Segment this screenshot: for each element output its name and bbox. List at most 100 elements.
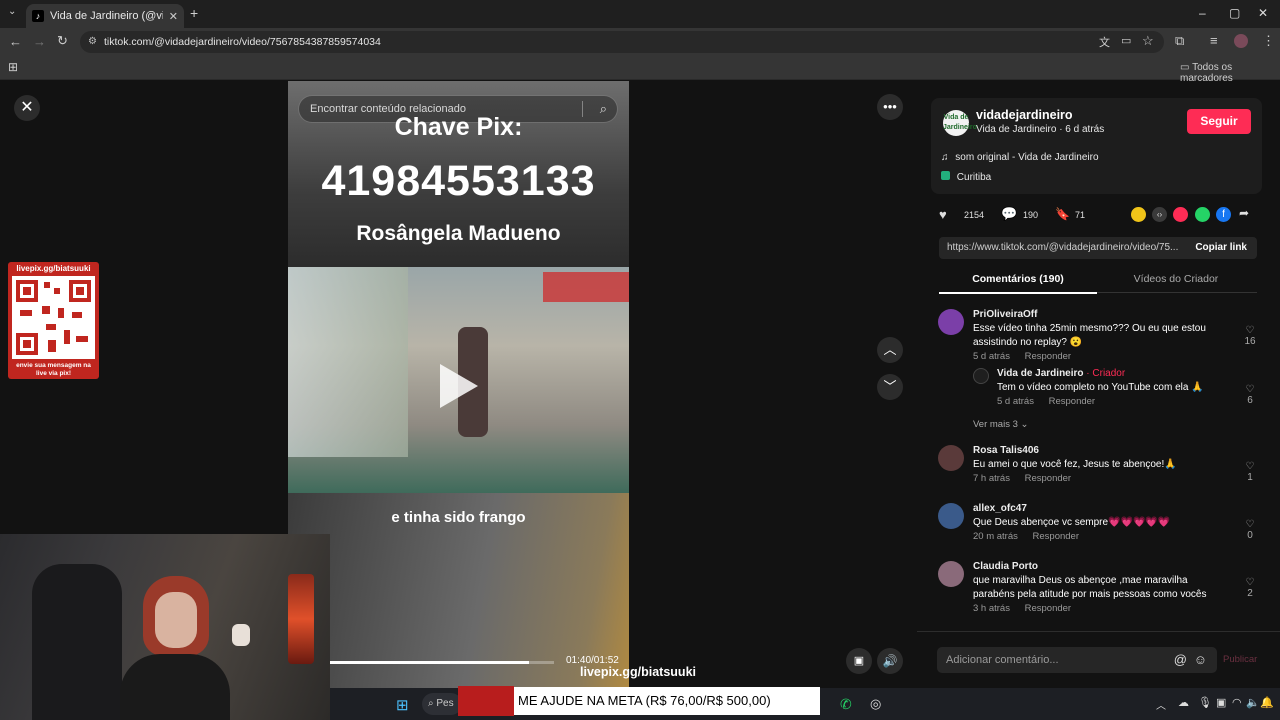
windows-start-icon[interactable]: ⊞ xyxy=(396,696,409,714)
save-icon[interactable]: 🔖 xyxy=(1055,207,1070,221)
livepix-qr-card: livepix.gg/biatsuuki envie sua mensagem … xyxy=(8,262,99,379)
embed-icon[interactable]: ‹› xyxy=(1152,207,1167,222)
whatsapp-icon[interactable] xyxy=(1195,207,1210,222)
creator-username[interactable]: vidadejardineiro xyxy=(976,108,1073,122)
creator-subtitle: Vida de Jardineiro · 6 d atrás xyxy=(976,124,1105,135)
speaker-icon[interactable]: 🔈 xyxy=(1246,696,1260,709)
maximize-icon[interactable]: ▢ xyxy=(1229,6,1240,20)
reload-icon[interactable]: ↻ xyxy=(57,33,68,49)
whatsapp-taskbar-icon[interactable]: ✆ xyxy=(840,696,852,713)
tab-list-icon[interactable]: ⌄ xyxy=(8,6,16,17)
heart-icon: ♡ xyxy=(1245,384,1255,395)
emoji-icon[interactable]: ☺ xyxy=(1194,647,1207,673)
tab-close-icon[interactable]: ✕ xyxy=(169,10,178,23)
minimize-icon[interactable]: – xyxy=(1199,6,1206,20)
reply-button[interactable]: Responder xyxy=(1025,603,1071,614)
play-icon[interactable] xyxy=(440,364,478,408)
heart-icon: ♡ xyxy=(1245,577,1255,588)
comment-like[interactable]: ♡ 16 xyxy=(1242,325,1258,347)
comment-avatar[interactable] xyxy=(938,309,964,335)
volume-button[interactable]: 🔊 xyxy=(877,648,903,674)
facebook-icon[interactable]: f xyxy=(1216,207,1231,222)
like-icon[interactable]: ♥ xyxy=(939,207,947,222)
creator-avatar[interactable]: Vida de Jardineiro xyxy=(943,110,977,136)
next-video-button[interactable]: ﹀ xyxy=(877,374,903,400)
location-tag[interactable]: Curitiba xyxy=(941,171,991,183)
cloud-icon[interactable]: ☁ xyxy=(1178,696,1189,709)
reply-button[interactable]: Responder xyxy=(1025,473,1071,484)
comment-avatar[interactable] xyxy=(973,368,989,384)
comment-time: 3 h atrás xyxy=(973,603,1010,614)
pip-button[interactable]: ▣ xyxy=(846,648,872,674)
comment-like[interactable]: ♡ 0 xyxy=(1242,519,1258,541)
tray-chevron-icon[interactable]: ︿ xyxy=(1156,697,1166,712)
app-taskbar-icon[interactable]: ◎ xyxy=(870,696,881,712)
close-video-button[interactable]: ✕ xyxy=(14,95,40,121)
tab-creator-videos[interactable]: Vídeos do Criador xyxy=(1097,273,1255,285)
pip-icon: ▣ xyxy=(853,655,865,667)
follow-button[interactable]: Seguir xyxy=(1187,109,1251,134)
comment-avatar[interactable] xyxy=(938,503,964,529)
taskbar-search[interactable]: ⌕ Pes xyxy=(422,693,462,715)
comment-username[interactable]: PriOliveiraOff xyxy=(973,309,1037,320)
address-bar[interactable]: ⚙ tiktok.com/@vidadejardineiro/video/756… xyxy=(80,31,1164,53)
video-player[interactable]: Encontrar conteúdo relacionado ⌕ Chave P… xyxy=(288,81,629,720)
comment-like-count: 16 xyxy=(1244,336,1256,347)
chevron-down-icon: ﹀ xyxy=(883,379,897,394)
new-tab-button[interactable]: + xyxy=(190,5,198,21)
reply-button[interactable]: Responder xyxy=(1049,396,1095,407)
comment-item: Rosa Talis406 Eu amei o que você fez, Je… xyxy=(938,445,1258,495)
comment-meta: 5 d atrás Responder xyxy=(973,351,1071,362)
site-info-icon[interactable]: ⚙ xyxy=(88,31,97,53)
tiktok-favicon-icon: ♪ xyxy=(32,10,44,22)
media-icon[interactable]: ≡ xyxy=(1210,33,1218,48)
comment-username[interactable]: Vida de Jardineiro · Criador xyxy=(997,368,1125,379)
back-icon[interactable]: ← xyxy=(9,34,22,49)
comment-icon[interactable]: 💬 xyxy=(1001,206,1017,222)
browser-tab[interactable]: ♪ Vida de Jardineiro (@vidadejar ✕ xyxy=(26,4,184,28)
reply-button[interactable]: Responder xyxy=(1033,531,1079,542)
wifi-icon[interactable]: ◠ xyxy=(1232,696,1242,709)
comment-username[interactable]: Claudia Porto xyxy=(973,561,1038,572)
notification-icon[interactable]: 🔔 xyxy=(1260,696,1274,709)
send-icon[interactable] xyxy=(1173,207,1188,222)
share-link-url[interactable]: https://www.tiktok.com/@vidadejardineiro… xyxy=(947,242,1178,253)
mention-icon[interactable]: @ xyxy=(1174,647,1187,673)
reply-button[interactable]: Responder xyxy=(1025,351,1071,362)
network-icon[interactable]: ▣ xyxy=(1216,696,1226,709)
comment-avatar[interactable] xyxy=(938,561,964,587)
comment-username[interactable]: Rosa Talis406 xyxy=(973,445,1039,456)
mic-icon[interactable]: 🎙 xyxy=(1198,696,1212,709)
share-icon[interactable]: ➦ xyxy=(1239,206,1249,220)
previous-video-button[interactable]: ︿ xyxy=(877,337,903,363)
extensions-icon[interactable]: ⧉ xyxy=(1175,33,1184,49)
comment-like[interactable]: ♡ 1 xyxy=(1242,461,1258,483)
comment-like[interactable]: ♡ 2 xyxy=(1242,577,1258,599)
profile-avatar[interactable] xyxy=(1234,34,1248,48)
comment-meta: 20 m atrás Responder xyxy=(973,531,1079,542)
apps-grid-icon[interactable]: ⊞ xyxy=(8,60,18,74)
comment-reply-item: Vida de Jardineiro · Criador Tem o vídeo… xyxy=(973,368,1258,410)
comment-like-count: 0 xyxy=(1247,530,1253,541)
see-more-replies[interactable]: Ver mais 3 ⌄ xyxy=(973,419,1029,430)
comment-avatar[interactable] xyxy=(938,445,964,471)
coin-icon[interactable] xyxy=(1131,207,1146,222)
comment-like[interactable]: ♡ 6 xyxy=(1242,384,1258,406)
translate-icon[interactable]: 文 xyxy=(1099,34,1110,50)
see-more-label: Ver mais 3 xyxy=(973,419,1018,430)
forward-icon[interactable]: → xyxy=(33,34,46,49)
add-comment-input[interactable]: Adicionar comentário... @ ☺ xyxy=(937,647,1217,673)
video-progress-bar[interactable] xyxy=(330,661,554,664)
menu-icon[interactable]: ⋮ xyxy=(1262,33,1275,49)
tab-comments[interactable]: Comentários (190) xyxy=(939,273,1097,294)
copy-link-button[interactable]: Copiar link xyxy=(1195,237,1247,259)
window-close-icon[interactable]: ✕ xyxy=(1258,6,1268,20)
publish-button[interactable]: Publicar xyxy=(1223,654,1257,665)
music-row[interactable]: ♫ som original - Vida de Jardineiro xyxy=(941,152,1099,163)
comment-username[interactable]: allex_ofc47 xyxy=(973,503,1027,514)
bookmark-star-icon[interactable]: ☆ xyxy=(1142,33,1154,49)
more-options-button[interactable]: ••• xyxy=(877,94,903,120)
bookmarks-bar: ⊞ ▭ Todos os marcadores xyxy=(0,56,1280,84)
comment-text: que maravilha Deus os abençoe ,mae marav… xyxy=(973,575,1207,600)
cast-icon[interactable]: ▭ xyxy=(1121,34,1131,47)
